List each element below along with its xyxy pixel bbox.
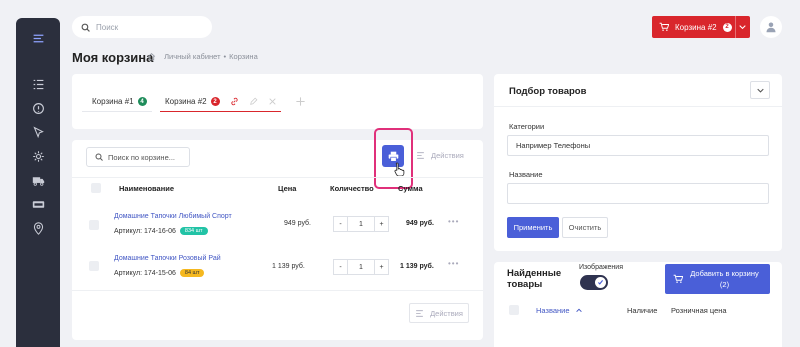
bottom-actions-label: Действия — [430, 308, 463, 318]
apply-button[interactable]: Применить — [507, 217, 559, 238]
category-placeholder: Например Телефоны — [516, 141, 591, 150]
breadcrumb: Личный кабинет • Корзина — [147, 52, 258, 61]
row-sum: 1 139 руб. — [400, 263, 434, 270]
cart-tabs-card: Корзина #1 4 Корзина #2 2 — [72, 74, 483, 129]
tab-cart-2[interactable]: Корзина #2 2 — [165, 97, 220, 106]
column-header-name[interactable]: Наименование — [119, 184, 174, 193]
row-sum: 949 руб. — [406, 220, 434, 227]
pencil-icon[interactable] — [249, 97, 258, 106]
sort-asc-icon — [575, 308, 582, 313]
collapse-button[interactable] — [750, 81, 770, 99]
row-more-icon[interactable]: ••• — [448, 259, 459, 268]
found-select-all-checkbox[interactable] — [509, 305, 519, 315]
cart-search-placeholder: Поиск по корзине... — [108, 152, 175, 162]
chevron-down-icon[interactable] — [739, 24, 746, 30]
clear-button[interactable]: Очистить — [562, 217, 608, 238]
found-products-card: Найденные товары Изображения Добавить в … — [494, 262, 782, 347]
row-price: 1 139 руб. — [272, 263, 305, 270]
row-checkbox[interactable] — [89, 220, 99, 230]
tab-label: Корзина #2 — [165, 97, 207, 106]
quantity-stepper[interactable]: - 1 + — [333, 259, 389, 275]
qty-value[interactable]: 1 — [348, 217, 374, 231]
column-header-quantity[interactable]: Количество — [330, 184, 374, 193]
found-column-retail-price[interactable]: Розничная цена — [671, 306, 727, 315]
actions-button[interactable]: Действия — [416, 151, 464, 160]
cart-search-input[interactable]: Поиск по корзине... — [86, 147, 190, 167]
actions-label: Действия — [431, 151, 464, 160]
actions-list-icon — [416, 309, 423, 317]
select-all-checkbox[interactable] — [91, 183, 101, 193]
column-header-price[interactable]: Цена — [278, 184, 296, 193]
cart-icon — [659, 22, 669, 31]
row-checkbox[interactable] — [89, 261, 99, 271]
images-toggle[interactable] — [580, 275, 608, 290]
product-article: Артикул: 174-16-06 834 шт — [114, 227, 208, 235]
new-icon[interactable] — [30, 196, 46, 212]
stock-badge: 84 шт — [179, 269, 205, 277]
list-icon[interactable] — [30, 76, 46, 92]
found-title: Найденные товары — [507, 268, 562, 290]
qty-minus-button[interactable]: - — [334, 260, 348, 274]
cursor-icon[interactable] — [30, 124, 46, 140]
menu-icon[interactable] — [30, 30, 46, 46]
breadcrumb-item: Корзина — [229, 52, 258, 61]
close-icon[interactable] — [268, 97, 277, 106]
check-icon — [598, 280, 604, 285]
category-input[interactable]: Например Телефоны — [507, 135, 769, 156]
location-pin-icon[interactable] — [30, 220, 46, 236]
column-header-sum[interactable]: Сумма — [398, 184, 423, 193]
page-title: Моя корзина — [72, 50, 154, 65]
selection-title: Подбор товаров — [509, 86, 587, 97]
add-to-cart-label: Добавить в корзину (2) — [690, 269, 759, 289]
hand-cursor-icon — [394, 162, 405, 176]
user-avatar[interactable] — [760, 16, 782, 38]
cart-button[interactable]: Корзина #2 2 — [652, 16, 750, 38]
name-input[interactable] — [507, 183, 769, 204]
stock-badge: 834 шт — [179, 227, 208, 235]
cart-table-card: Поиск по корзине... Действия Наименовани… — [72, 128, 483, 340]
sidebar — [16, 18, 60, 347]
name-label: Название — [509, 170, 543, 179]
plus-icon[interactable] — [295, 96, 306, 107]
qty-minus-button[interactable]: - — [334, 217, 348, 231]
images-label: Изображения — [579, 264, 623, 271]
breadcrumb-item[interactable]: Личный кабинет — [164, 52, 220, 61]
product-article: Артикул: 174-15-06 84 шт — [114, 269, 205, 277]
category-label: Категории — [509, 122, 545, 131]
tab-cart-1[interactable]: Корзина #1 4 — [92, 97, 147, 106]
tab-badge: 2 — [210, 97, 220, 106]
add-to-cart-button[interactable]: Добавить в корзину (2) — [665, 264, 770, 294]
gear-icon[interactable] — [30, 148, 46, 164]
printer-icon — [388, 151, 398, 162]
cart-icon — [673, 274, 683, 283]
user-icon — [766, 22, 776, 33]
found-column-availability[interactable]: Наличие — [627, 306, 657, 315]
cart-count-badge: 2 — [722, 22, 732, 32]
search-icon — [81, 23, 90, 32]
row-more-icon[interactable]: ••• — [448, 217, 459, 226]
qty-plus-button[interactable]: + — [374, 217, 388, 231]
quantity-stepper[interactable]: - 1 + — [333, 216, 389, 232]
product-selection-card: Подбор товаров Категории Например Телефо… — [494, 74, 782, 251]
chevron-down-icon — [756, 88, 764, 93]
top-search-input[interactable]: Поиск — [72, 16, 212, 38]
row-price: 949 руб. — [284, 220, 311, 227]
bottom-actions-button[interactable]: Действия — [409, 303, 469, 323]
home-icon[interactable] — [147, 52, 156, 61]
product-name-link[interactable]: Домашние Тапочки Любимый Спорт — [114, 213, 232, 220]
truck-icon[interactable] — [30, 172, 46, 188]
qty-value[interactable]: 1 — [348, 260, 374, 274]
product-name-link[interactable]: Домашние Тапочки Розовый Рай — [114, 255, 221, 262]
search-icon — [95, 153, 103, 161]
tab-label: Корзина #1 — [92, 97, 134, 106]
cart-button-label: Корзина #2 — [675, 22, 717, 32]
tab-badge: 4 — [137, 97, 147, 106]
qty-plus-button[interactable]: + — [374, 260, 388, 274]
actions-list-icon — [417, 152, 424, 159]
info-icon[interactable] — [30, 100, 46, 116]
found-column-name[interactable]: Название — [536, 306, 582, 315]
link-icon[interactable] — [230, 97, 239, 106]
top-search-placeholder: Поиск — [96, 22, 119, 32]
